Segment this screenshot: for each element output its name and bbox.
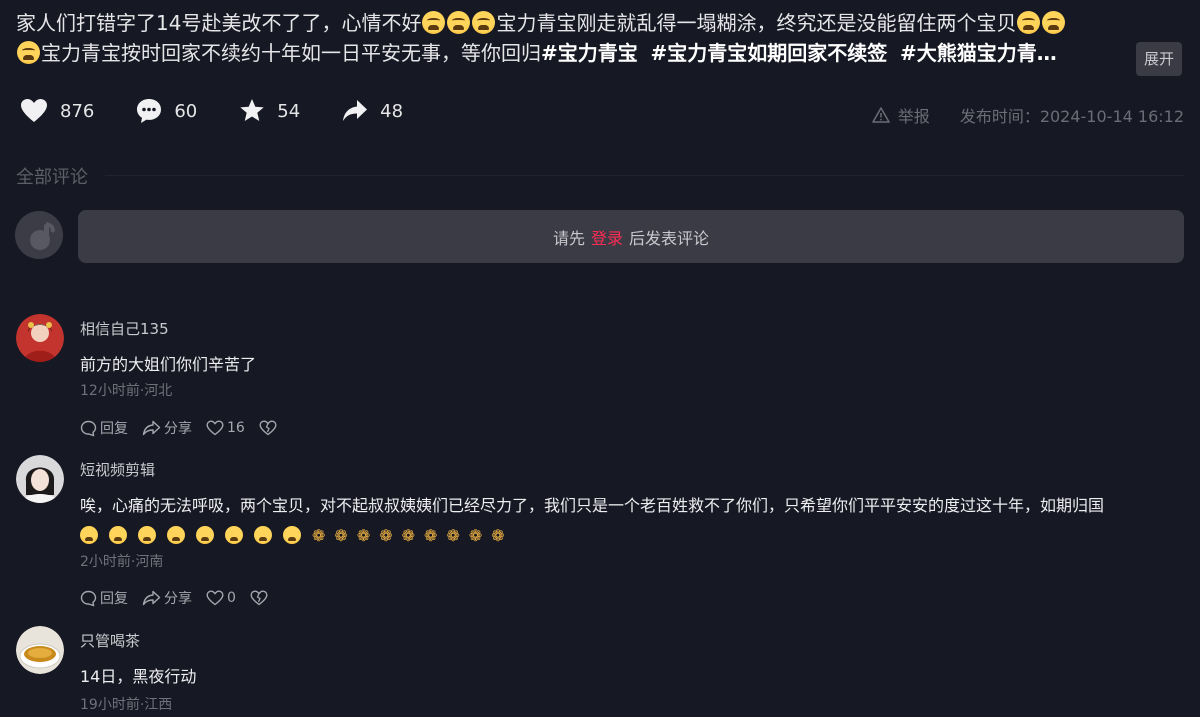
comment-like-count: 16 <box>227 420 245 436</box>
broken-heart-icon <box>250 590 268 606</box>
crying-face-emoji <box>283 526 301 544</box>
crying-face-emoji <box>196 526 214 544</box>
reply-bubble-icon <box>80 420 97 436</box>
dislike-button[interactable] <box>250 590 271 606</box>
crying-face-emoji <box>447 11 471 34</box>
reply-label: 回复 <box>100 591 128 607</box>
like-count: 876 <box>60 100 95 122</box>
share-icon <box>142 420 161 436</box>
avatar[interactable] <box>16 314 64 362</box>
comment-count: 60 <box>174 100 198 122</box>
hashtag-link[interactable]: #大熊猫宝力青… <box>900 41 1057 65</box>
report-button[interactable]: 举报 <box>872 103 930 127</box>
star-icon <box>240 99 264 121</box>
crying-face-emoji <box>472 11 496 34</box>
login-prompt-text: 请先 <box>552 228 585 248</box>
broken-heart-icon <box>259 420 277 436</box>
login-prompt-text: 后发表评论 <box>629 228 710 248</box>
comment-actions: 回复 分享 0 <box>80 588 285 608</box>
share-count: 48 <box>380 100 404 122</box>
description-text: 家人们打错字了14号赴美改不了了，心情不好 <box>16 11 422 35</box>
comments-section-title: 全部评论 <box>16 167 88 188</box>
comment-time-location: 19小时前·江西 <box>80 697 173 713</box>
crying-face-emoji <box>17 41 40 64</box>
folded-hands-emoji: ❁ <box>401 526 416 545</box>
share-comment-button[interactable]: 分享 <box>142 588 192 608</box>
crying-face-emoji <box>422 11 446 34</box>
comment-button[interactable]: 60 <box>136 98 197 124</box>
dislike-button[interactable] <box>259 420 280 436</box>
folded-hands-emoji: ❁ <box>446 526 460 545</box>
default-avatar-icon <box>15 211 63 259</box>
crying-face-emoji <box>1042 11 1066 34</box>
avatar[interactable] <box>16 626 64 674</box>
comment-text: 14日，黑夜行动 <box>80 667 197 686</box>
crying-face-emoji <box>225 526 243 544</box>
favorite-count: 54 <box>277 100 301 122</box>
comment-icon <box>137 99 162 123</box>
folded-hands-emoji: ❁ <box>334 526 348 545</box>
crying-face-emoji <box>167 526 185 544</box>
folded-hands-emoji: ❁ <box>379 526 393 545</box>
comment-username[interactable]: 短视频剪辑 <box>80 459 155 480</box>
comment-time-location: 2小时前·河南 <box>80 554 164 570</box>
description-text: 宝力青宝按时回家不续约十年如一日平安无事，等你回归 <box>41 41 541 65</box>
comment-time-location: 12小时前·河北 <box>80 383 173 399</box>
comment-emoji-row: ❁ ❁ ❁ ❁ ❁ ❁ ❁ ❁ ❁ <box>80 521 1190 551</box>
description-line-1: 家人们打错字了14号赴美改不了了，心情不好 宝力青宝刚走就乱得一塌糊涂，终究还是没… <box>16 8 1186 38</box>
warning-icon <box>872 107 890 123</box>
share-button[interactable]: 48 <box>342 99 403 123</box>
crying-face-emoji <box>254 526 272 544</box>
hashtag-link[interactable]: #宝力青宝 <box>541 41 638 65</box>
post-description: 家人们打错字了14号赴美改不了了，心情不好 宝力青宝刚走就乱得一塌糊涂，终究还是没… <box>16 8 1186 76</box>
reply-button[interactable]: 回复 <box>80 418 128 438</box>
post-meta: 举报 发布时间：2024-10-14 16:12 <box>872 103 1184 127</box>
reply-label: 回复 <box>100 421 128 437</box>
folded-hands-emoji: ❁ <box>424 526 438 545</box>
heart-outline-icon <box>206 590 224 606</box>
like-button[interactable]: 876 <box>20 98 94 124</box>
share-icon <box>142 590 161 606</box>
comment-login-prompt[interactable]: 请先 登录 后发表评论 <box>78 210 1184 263</box>
share-label: 分享 <box>164 591 192 607</box>
crying-face-emoji <box>1017 11 1041 34</box>
heart-icon <box>21 99 47 122</box>
share-arrow-icon <box>343 100 368 121</box>
report-label: 举报 <box>897 107 930 126</box>
comment-like-button[interactable]: 16 <box>206 420 245 436</box>
crying-face-emoji <box>80 526 98 544</box>
reply-button[interactable]: 回复 <box>80 588 128 608</box>
folded-hands-emoji: ❁ <box>356 526 371 545</box>
share-label: 分享 <box>164 421 192 437</box>
divider <box>105 175 1184 176</box>
reply-bubble-icon <box>80 590 97 606</box>
hashtag-link[interactable]: #宝力青宝如期回家不续签 <box>650 41 887 65</box>
comment-text: 前方的大姐们你们辛苦了 <box>80 355 257 374</box>
heart-outline-icon <box>206 420 224 436</box>
description-text: 宝力青宝刚走就乱得一塌糊涂，终究还是没能留住两个宝贝 <box>496 11 1017 35</box>
avatar[interactable] <box>16 455 64 503</box>
folded-hands-emoji: ❁ <box>491 526 505 545</box>
comment-username[interactable]: 只管喝茶 <box>80 630 140 651</box>
comment-text: 唉，心痛的无法呼吸，两个宝贝，对不起叔叔姨姨们已经尽力了，我们只是一个老百姓救不… <box>80 496 1105 515</box>
comment-username[interactable]: 相信自己135 <box>80 318 169 339</box>
folded-hands-emoji: ❁ <box>312 526 326 545</box>
login-link[interactable]: 登录 <box>591 225 623 249</box>
share-comment-button[interactable]: 分享 <box>142 418 192 438</box>
post-stats-bar: 876 60 54 48 <box>20 98 445 124</box>
publish-time: 发布时间：2024-10-14 16:12 <box>959 107 1184 126</box>
folded-hands-emoji: ❁ <box>468 526 483 545</box>
favorite-button[interactable]: 54 <box>239 98 300 124</box>
current-user-avatar <box>15 211 63 259</box>
crying-face-emoji <box>138 526 156 544</box>
description-line-2: 宝力青宝按时回家不续约十年如一日平安无事，等你回归#宝力青宝 #宝力青宝如期回家… <box>16 38 1186 68</box>
comment-like-button[interactable]: 0 <box>206 590 236 606</box>
comment-like-count: 0 <box>227 590 236 606</box>
expand-button[interactable]: 展开 <box>1135 42 1182 76</box>
crying-face-emoji <box>109 526 127 544</box>
comment-actions: 回复 分享 16 <box>80 418 294 438</box>
